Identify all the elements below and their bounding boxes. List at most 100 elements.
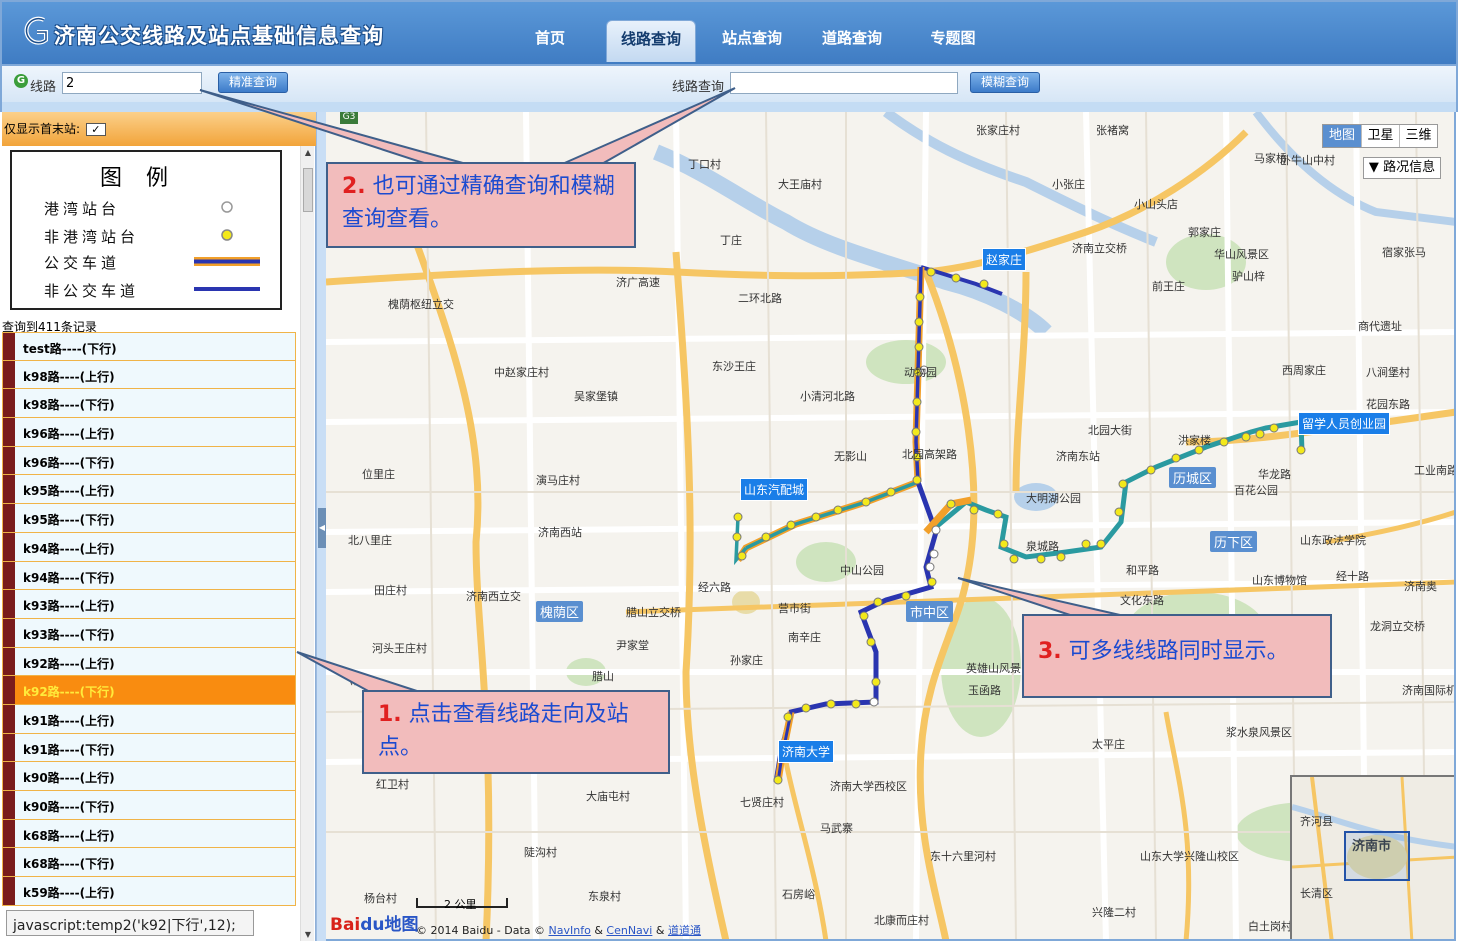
map-place-label: 张褚窝: [1096, 124, 1129, 137]
map-place-label: 玉函路: [968, 684, 1001, 697]
route-list-item[interactable]: k98路----(下行): [2, 389, 296, 419]
exact-query-button[interactable]: 精准查询: [218, 72, 288, 93]
map-place-label: 兴隆二村: [1092, 906, 1136, 919]
route-list-item[interactable]: test路----(下行): [2, 332, 296, 361]
status-bar-link: javascript:temp2('k92|下行',12);: [6, 910, 254, 936]
copyright-text: © 2014 Baidu - Data ©: [416, 924, 546, 937]
route-list-item[interactable]: k90路----(上行): [2, 762, 296, 791]
map-type-satellite[interactable]: 卫星: [1361, 125, 1399, 147]
collapse-arrow-icon[interactable]: ◀: [318, 508, 326, 548]
station-tag-jinan-university[interactable]: 济南大学: [778, 740, 835, 763]
traffic-info-button[interactable]: ▼ 路况信息: [1363, 157, 1441, 179]
map-place-label: 济广高速: [616, 276, 660, 289]
route-list-item[interactable]: k94路----(下行): [2, 561, 296, 591]
map-place-label: 小山头店: [1134, 198, 1178, 211]
overview-map[interactable]: 齐河县 济南市 长清区: [1290, 775, 1454, 939]
route-list-item[interactable]: k92路----(下行): [2, 676, 296, 705]
route-name: k93路----(上行): [23, 599, 115, 614]
route-list-item[interactable]: k93路----(上行): [2, 590, 296, 619]
tab-route-query[interactable]: 线路查询: [606, 20, 696, 62]
daodaotong-link[interactable]: 道道通: [668, 924, 701, 937]
route-marker: [3, 333, 15, 360]
left-panel-scrollbar[interactable]: ▲ ▼: [300, 146, 314, 941]
map-place-label: 小张庄: [1052, 178, 1085, 191]
route-name: k93路----(下行): [23, 627, 115, 642]
route-marker: [3, 762, 15, 790]
map-place-label: 华龙路: [1258, 468, 1291, 481]
map-place-label: 宿家张马: [1382, 246, 1426, 259]
map-place-label: 丁庄: [720, 234, 742, 247]
map-place-label: 大庙屯村: [586, 790, 630, 803]
cennavi-link[interactable]: CenNavi: [606, 924, 652, 937]
route-input[interactable]: [62, 72, 202, 94]
route-list-item[interactable]: k68路----(下行): [2, 848, 296, 878]
route-name: k92路----(上行): [23, 656, 115, 671]
route-name: k98路----(上行): [23, 369, 115, 384]
route-list-item[interactable]: k92路----(上行): [2, 647, 296, 677]
route-list-item[interactable]: k94路----(上行): [2, 532, 296, 562]
callout-text: 可多线线路同时显示。: [1068, 639, 1289, 664]
tab-station-query[interactable]: 站点查询: [712, 20, 792, 62]
map-zoom-control[interactable]: G3: [340, 112, 358, 124]
navinfo-link[interactable]: NavInfo: [549, 924, 591, 937]
station-tag-auto-parts-city[interactable]: 山东汽配城: [740, 478, 809, 501]
route-list-item[interactable]: k95路----(下行): [2, 504, 296, 533]
panel-splitter[interactable]: ◀: [316, 112, 326, 941]
legend-item: 非公交车道: [32, 276, 272, 302]
legend-item: 港湾站台: [32, 194, 272, 220]
route-list-item[interactable]: k96路----(上行): [2, 418, 296, 447]
scroll-up-icon[interactable]: ▲: [303, 148, 313, 157]
tab-road-query[interactable]: 道路查询: [812, 20, 892, 62]
fuzzy-query-input[interactable]: [730, 72, 958, 94]
route-list-item[interactable]: k95路----(上行): [2, 475, 296, 505]
callout-number: 1.: [378, 702, 402, 727]
map-place-label: 二环北路: [738, 292, 782, 305]
only-first-last-checkbox[interactable]: ✓: [85, 123, 106, 136]
route-g-icon: G: [14, 74, 28, 88]
tab-home[interactable]: 首页: [520, 20, 580, 62]
route-name: test路----(下行): [23, 342, 117, 356]
map-type-switch: 地图 卫星 三维: [1322, 124, 1438, 148]
route-list-item[interactable]: k98路----(上行): [2, 360, 296, 390]
route-list-item[interactable]: k91路----(上行): [2, 704, 296, 734]
non-bus-lane-line-icon: [194, 287, 260, 291]
map-place-label: 田庄村: [374, 584, 407, 597]
scroll-down-icon[interactable]: ▼: [303, 930, 313, 939]
route-marker: [3, 532, 15, 561]
app-title: 济南公交线路及站点基础信息查询: [54, 24, 384, 48]
map-place-label: 段店: [350, 674, 372, 687]
map-place-label: 济南国际机场: [1402, 684, 1456, 697]
route-list-item[interactable]: k91路----(下行): [2, 733, 296, 763]
station-tag-overseas-park[interactable]: 留学人员创业园: [1298, 412, 1391, 435]
traffic-label: 路况信息: [1383, 160, 1436, 175]
map-place-label: 腊山: [592, 670, 614, 683]
route-name: k94路----(下行): [23, 570, 115, 585]
route-name: k90路----(上行): [23, 771, 115, 786]
callout-3: 3. 可多线线路同时显示。: [1022, 614, 1332, 698]
overview-viewport[interactable]: [1344, 831, 1410, 881]
map-place-label: 太平庄: [1092, 738, 1125, 751]
fuzzy-query-button[interactable]: 模糊查询: [970, 72, 1040, 93]
legend-label: 非港湾站台: [44, 228, 140, 246]
callout-1: 1. 点击查看线路走向及站点。: [362, 690, 670, 774]
district-licheng: 历城区: [1169, 467, 1217, 488]
map-place-label: 济南西立交: [466, 590, 521, 603]
map-place-label: 东沙王庄: [712, 360, 756, 373]
station-tag-zhaojiazhuang[interactable]: 赵家庄: [982, 248, 1027, 271]
route-list-item[interactable]: k68路----(上行): [2, 819, 296, 849]
map-type-3d[interactable]: 三维: [1399, 125, 1437, 147]
route-name: k68路----(下行): [23, 857, 115, 872]
map-place-label: 杨台村: [364, 892, 397, 905]
map-place-label: 济南西站: [538, 526, 582, 539]
map-type-map[interactable]: 地图: [1323, 125, 1361, 147]
route-list-item[interactable]: k90路----(下行): [2, 791, 296, 820]
map-place-label: 北园大街: [1088, 424, 1132, 437]
route-list-item[interactable]: k93路----(下行): [2, 618, 296, 648]
route-list-item[interactable]: k59路----(上行): [2, 877, 296, 906]
route-list-item[interactable]: k96路----(下行): [2, 446, 296, 476]
map-place-label: 北八里庄: [348, 534, 392, 547]
map-copyright: © 2014 Baidu - Data © NavInfo & CenNavi …: [416, 924, 701, 937]
tab-thematic-map[interactable]: 专题图: [918, 20, 988, 62]
scroll-thumb[interactable]: [303, 168, 313, 212]
route-marker: [3, 819, 15, 848]
